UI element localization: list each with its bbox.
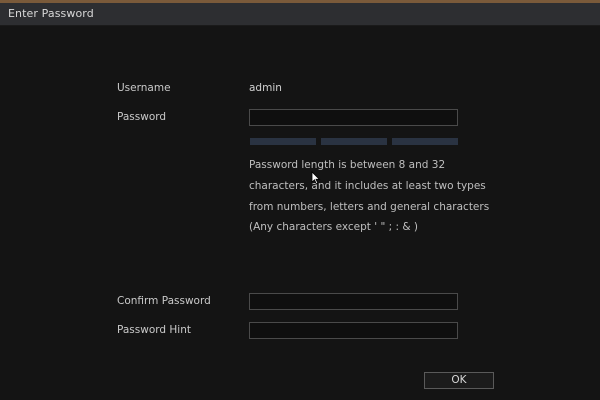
mouse-cursor-icon bbox=[311, 171, 321, 185]
password-hint-label: Password Hint bbox=[117, 324, 191, 336]
password-rule-line-3: from numbers, letters and general charac… bbox=[249, 201, 490, 213]
dialog-title: Enter Password bbox=[8, 7, 94, 20]
password-rule-line-1: Password length is between 8 and 32 bbox=[249, 159, 446, 171]
username-value: admin bbox=[249, 82, 282, 94]
ok-button[interactable]: OK bbox=[424, 372, 494, 389]
password-strength-bar-strong bbox=[392, 138, 458, 145]
password-rule-line-2: characters, and it includes at least two… bbox=[249, 180, 486, 192]
password-rule-line-4: (Any characters except ' " ; : & ) bbox=[249, 221, 418, 233]
username-label: Username bbox=[117, 82, 171, 94]
dialog-title-bar: Enter Password bbox=[0, 3, 600, 26]
password-strength-bar-medium bbox=[321, 138, 387, 145]
password-hint-input[interactable] bbox=[249, 322, 458, 339]
confirm-password-label: Confirm Password bbox=[117, 295, 211, 307]
confirm-password-input[interactable] bbox=[249, 293, 458, 310]
password-label: Password bbox=[117, 111, 167, 123]
password-strength-bar-weak bbox=[250, 138, 316, 145]
screen: Enter Password Username admin Password P… bbox=[0, 0, 600, 400]
password-input[interactable] bbox=[249, 109, 458, 126]
enter-password-dialog: Enter Password Username admin Password P… bbox=[0, 3, 600, 400]
